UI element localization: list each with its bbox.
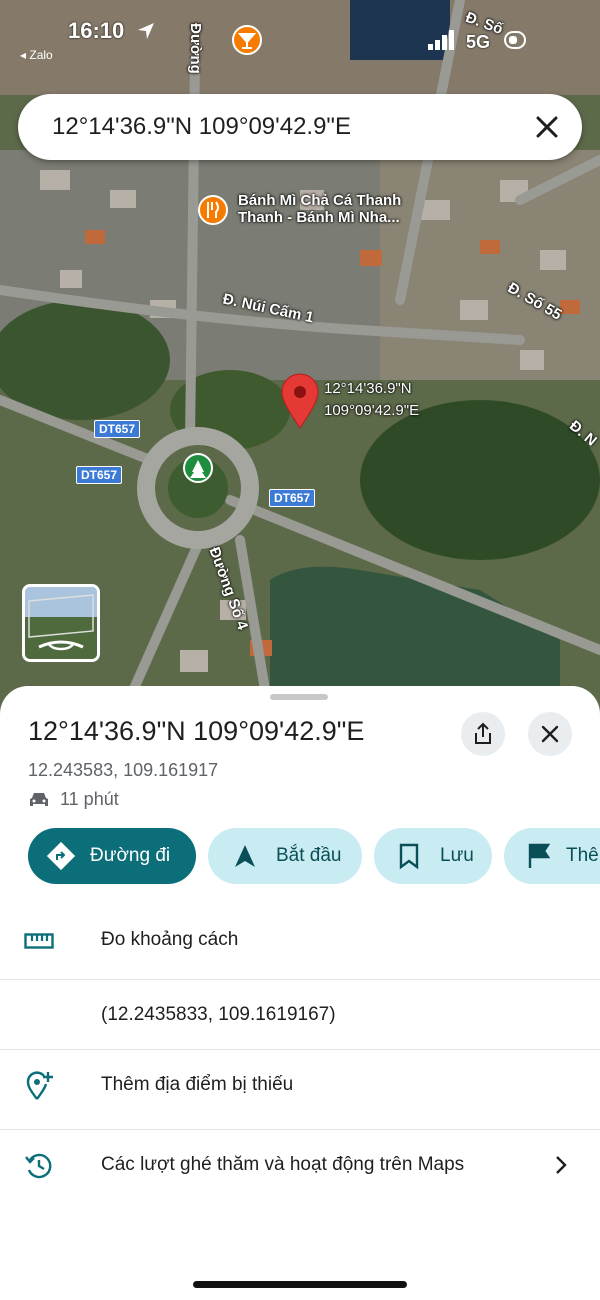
network-type: 5G xyxy=(466,32,491,52)
pin-label: 12°14'36.9"N 109°09'42.9"E xyxy=(324,380,420,419)
status-bar: 16:10 ◂ Zalo 5G xyxy=(0,0,600,70)
signal-icon xyxy=(428,30,454,50)
more-button[interactable]: Thê xyxy=(504,828,600,884)
drag-handle[interactable] xyxy=(270,694,328,700)
measure-distance-row[interactable]: Đo khoảng cách xyxy=(0,905,600,975)
measure-distance-label: Đo khoảng cách xyxy=(101,929,239,950)
car-icon xyxy=(30,792,48,806)
directions-label: Đường đi xyxy=(90,845,171,866)
search-bar[interactable]: 12°14'36.9"N 109°09'42.9"E xyxy=(18,94,582,160)
back-to-app-link[interactable]: ◂ Zalo xyxy=(20,48,53,62)
maps-activity-row[interactable]: Các lượt ghé thăm và hoạt động trên Maps xyxy=(0,1129,600,1199)
share-button[interactable] xyxy=(461,712,505,756)
add-missing-place-row[interactable]: Thêm địa điểm bị thiếu xyxy=(0,1049,600,1119)
coordinates-row[interactable]: (12.2435833, 109.1619167) xyxy=(0,979,600,1049)
bookmark-icon xyxy=(394,841,424,871)
place-title: 12°14'36.9"N 109°09'42.9"E xyxy=(28,716,365,746)
map-view[interactable]: Bánh Mì Chả Cá Thanh Thanh - Bánh Mì Nha… xyxy=(0,0,600,720)
map-label-restaurant[interactable]: Bánh Mì Chả Cá Thanh Thanh - Bánh Mì Nha… xyxy=(238,192,401,226)
more-label: Thê xyxy=(566,845,599,866)
location-arrow-icon xyxy=(138,23,154,39)
status-time: 16:10 xyxy=(68,18,125,43)
navigation-arrow-icon xyxy=(230,841,260,871)
directions-icon xyxy=(46,841,76,871)
add-location-icon xyxy=(22,1069,56,1103)
ruler-icon xyxy=(22,924,56,958)
chevron-right-icon xyxy=(556,1156,567,1174)
directions-button[interactable]: Đường đi xyxy=(28,828,196,884)
save-label: Lưu xyxy=(440,845,474,866)
start-label: Bắt đầu xyxy=(276,845,342,866)
street-view-thumbnail[interactable] xyxy=(22,584,100,662)
decimal-coordinates: 12.243583, 109.161917 xyxy=(28,760,219,780)
road-badge: DT657 xyxy=(76,466,123,484)
clear-search-icon[interactable] xyxy=(532,112,562,142)
start-button[interactable]: Bắt đầu xyxy=(208,828,362,884)
action-chips: Đường đi Bắt đầu Lưu Thê xyxy=(28,828,600,884)
add-missing-place-label: Thêm địa điểm bị thiếu xyxy=(101,1074,294,1095)
save-button[interactable]: Lưu xyxy=(374,828,492,884)
share-icon xyxy=(475,722,491,744)
search-input[interactable]: 12°14'36.9"N 109°09'42.9"E xyxy=(52,113,351,141)
battery-icon xyxy=(504,31,526,49)
maps-activity-label: Các lượt ghé thăm và hoạt động trên Maps xyxy=(101,1154,465,1175)
close-sheet-button[interactable] xyxy=(528,712,572,756)
place-sheet: 12°14'36.9"N 109°09'42.9"E 12.243583, 10… xyxy=(0,686,600,1300)
history-icon xyxy=(22,1149,56,1183)
travel-time: 11 phút xyxy=(28,789,119,810)
coordinates-label: (12.2435833, 109.1619167) xyxy=(101,1004,336,1025)
home-indicator[interactable] xyxy=(193,1281,407,1288)
road-badge: DT657 xyxy=(94,420,141,438)
street-view-preview xyxy=(25,587,97,659)
road-badge: DT657 xyxy=(269,489,316,507)
close-icon xyxy=(541,725,559,743)
flag-icon xyxy=(524,841,554,871)
travel-time-label: 11 phút xyxy=(60,789,119,809)
